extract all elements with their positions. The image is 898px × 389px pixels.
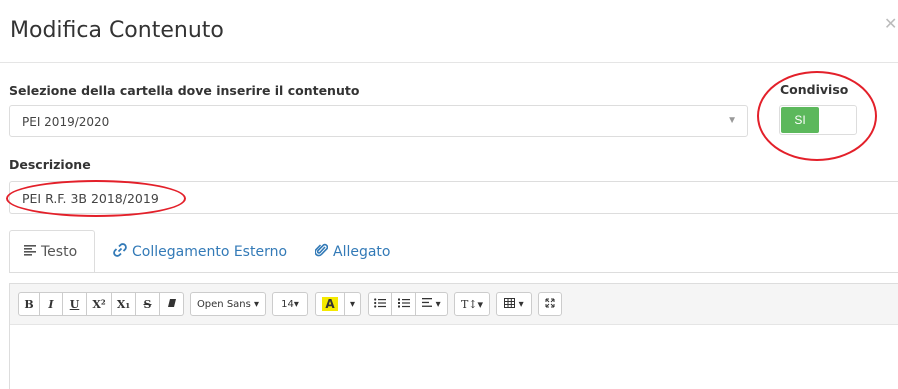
strikethrough-button[interactable]: S: [136, 292, 160, 316]
tab-allegato-label: Allegato: [333, 243, 391, 260]
description-input-value: PEI R.F. 3B 2018/2019: [22, 191, 159, 206]
highlight-dropdown[interactable]: ▾: [345, 292, 361, 316]
description-label: Descrizione: [9, 157, 91, 172]
folder-select-value: PEI 2019/2020: [22, 115, 110, 129]
eraser-icon: [167, 298, 177, 311]
shared-label: Condiviso: [780, 82, 849, 97]
header-divider: [0, 62, 898, 63]
font-size-select[interactable]: 14▾: [272, 292, 308, 316]
expand-icon: [545, 298, 555, 311]
folder-label: Selezione della cartella dove inserire i…: [9, 83, 360, 98]
editor-content-area[interactable]: [10, 325, 898, 389]
subscript-button[interactable]: X₁: [112, 292, 136, 316]
description-input[interactable]: PEI R.F. 3B 2018/2019: [9, 181, 898, 214]
shared-toggle-off: [820, 107, 856, 133]
shared-toggle-on: SI: [781, 107, 819, 133]
highlight-button[interactable]: A: [315, 292, 345, 316]
underline-button[interactable]: U: [63, 292, 87, 316]
fullscreen-button[interactable]: [538, 292, 562, 316]
tab-collegamento-esterno-label: Collegamento Esterno: [132, 243, 288, 260]
tab-testo[interactable]: Testo: [9, 230, 95, 273]
superscript-button[interactable]: X²: [87, 292, 112, 316]
folder-select[interactable]: PEI 2019/2020 ▼: [9, 105, 748, 137]
eraser-button[interactable]: [160, 292, 184, 316]
list-ul-icon: [374, 297, 386, 311]
content-tabs: Testo Collegamento Esterno Allegato: [9, 230, 898, 273]
italic-button[interactable]: I: [40, 292, 63, 316]
chevron-down-icon: ▼: [727, 115, 737, 126]
rich-text-editor[interactable]: B I U X² X₁ S Open Sans ▾ 14▾ A ▾ ▾ T↕▾ …: [9, 283, 898, 389]
tab-testo-label: Testo: [41, 243, 78, 260]
table-icon: [504, 297, 516, 311]
link-icon: [113, 242, 127, 261]
modal-title: Modifica Contenuto: [10, 18, 224, 43]
unordered-list-button[interactable]: [368, 292, 392, 316]
paperclip-icon: [314, 243, 329, 261]
paragraph-align-button[interactable]: ▾: [416, 292, 448, 316]
highlight-letter: A: [322, 297, 338, 311]
tab-allegato[interactable]: Allegato: [314, 230, 391, 273]
tab-collegamento-esterno[interactable]: Collegamento Esterno: [113, 230, 287, 273]
line-height-button[interactable]: T↕▾: [454, 292, 490, 316]
list-ol-icon: [397, 298, 410, 311]
ordered-list-button[interactable]: [392, 292, 416, 316]
tabs-divider: [9, 272, 898, 273]
font-family-select[interactable]: Open Sans ▾: [190, 292, 266, 316]
table-button[interactable]: ▾: [496, 292, 532, 316]
close-icon[interactable]: ✕: [884, 14, 897, 34]
align-icon: [422, 298, 433, 310]
text-align-icon: [24, 244, 36, 260]
editor-toolbar: B I U X² X₁ S Open Sans ▾ 14▾ A ▾ ▾ T↕▾ …: [10, 284, 898, 325]
shared-toggle[interactable]: SI: [779, 105, 857, 135]
bold-button[interactable]: B: [18, 292, 40, 316]
